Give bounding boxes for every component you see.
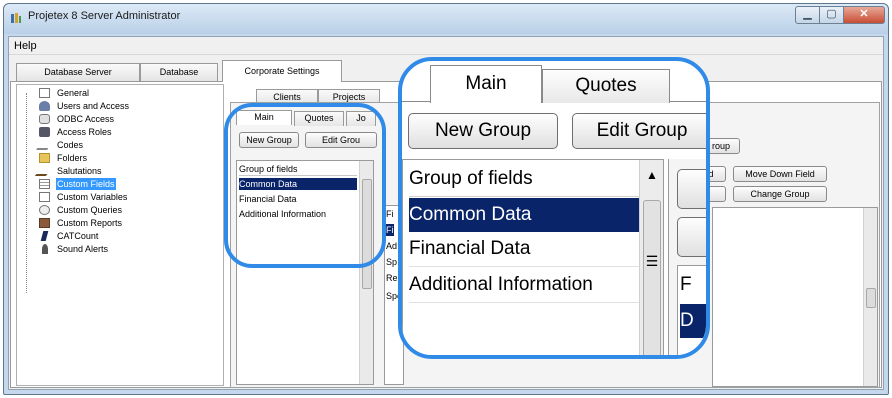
zoom-edit-group-button[interactable]: Edit Group xyxy=(572,113,706,149)
list-item[interactable]: Sp xyxy=(386,256,397,268)
list-item[interactable]: Fi xyxy=(386,224,394,236)
reports-icon xyxy=(39,218,50,228)
zoom-right-button[interactable] xyxy=(677,169,706,209)
highlight-ring xyxy=(224,103,386,268)
fields-icon xyxy=(39,179,50,189)
pencil-icon xyxy=(36,140,53,150)
maximize-button[interactable]: ▢ xyxy=(819,6,844,24)
catcount-icon xyxy=(40,231,49,241)
zoom-tab-quotes[interactable]: Quotes xyxy=(542,69,670,103)
scroll-thumb[interactable] xyxy=(866,288,876,308)
roles-icon xyxy=(39,127,50,137)
zoom-list-item[interactable]: Common Data xyxy=(409,198,639,232)
move-down-field-button[interactable]: Move Down Field xyxy=(733,166,827,182)
zoom-groups-list-header: Group of fields xyxy=(409,162,639,197)
zoom-field-item[interactable]: D xyxy=(680,304,706,338)
zoom-tab-main[interactable]: Main xyxy=(430,65,542,103)
zoom-fields-list[interactable]: F D xyxy=(677,265,706,355)
zoom-field-item[interactable]: F xyxy=(680,268,692,302)
window-title: Projetex 8 Server Administrator xyxy=(28,10,181,22)
app-icon xyxy=(11,13,21,23)
list-item[interactable]: Re xyxy=(386,272,398,284)
database-icon xyxy=(39,114,50,124)
tab-corporate-settings[interactable]: Corporate Settings xyxy=(222,60,342,82)
zoom-new-group-button[interactable]: New Group xyxy=(408,113,558,149)
scroll-thumb[interactable]: ☰ xyxy=(643,200,661,355)
change-group-button[interactable]: Change Group xyxy=(733,186,827,202)
menu-help[interactable]: Help xyxy=(14,40,37,52)
zoom-list-item[interactable]: Additional Information xyxy=(409,268,639,303)
close-button[interactable]: ✕ xyxy=(843,6,885,24)
zoom-right-button[interactable] xyxy=(677,217,706,257)
list-item[interactable]: Ad xyxy=(386,240,397,252)
menu-bar xyxy=(9,37,883,55)
properties-scrollbar[interactable] xyxy=(863,208,877,386)
zoom-scrollbar[interactable]: ▲ ☰ xyxy=(639,160,664,355)
zoom-callout: Main Quotes New Group Edit Group Group o… xyxy=(398,57,710,359)
document-icon xyxy=(39,88,50,98)
tab-database[interactable]: Database xyxy=(140,63,218,81)
minimize-button[interactable]: ▁ xyxy=(795,6,820,24)
pen-icon xyxy=(34,166,55,176)
zoom-right-pane: F D xyxy=(668,159,706,355)
scroll-up-arrow[interactable]: ▲ xyxy=(640,168,664,182)
zoom-list-item[interactable]: Financial Data xyxy=(409,232,639,267)
queries-icon xyxy=(39,205,50,215)
sound-icon xyxy=(42,244,48,254)
zoom-groups-list[interactable]: Group of fields Common Data Financial Da… xyxy=(402,159,664,355)
user-icon xyxy=(39,101,50,111)
field-properties-area[interactable] xyxy=(712,207,878,387)
folder-icon xyxy=(39,153,50,163)
list-item[interactable]: Fi xyxy=(386,208,394,220)
document-icon xyxy=(39,192,50,202)
tab-database-server[interactable]: Database Server xyxy=(16,63,140,81)
settings-tree[interactable]: General Users and Access ODBC Access Acc… xyxy=(16,84,224,386)
